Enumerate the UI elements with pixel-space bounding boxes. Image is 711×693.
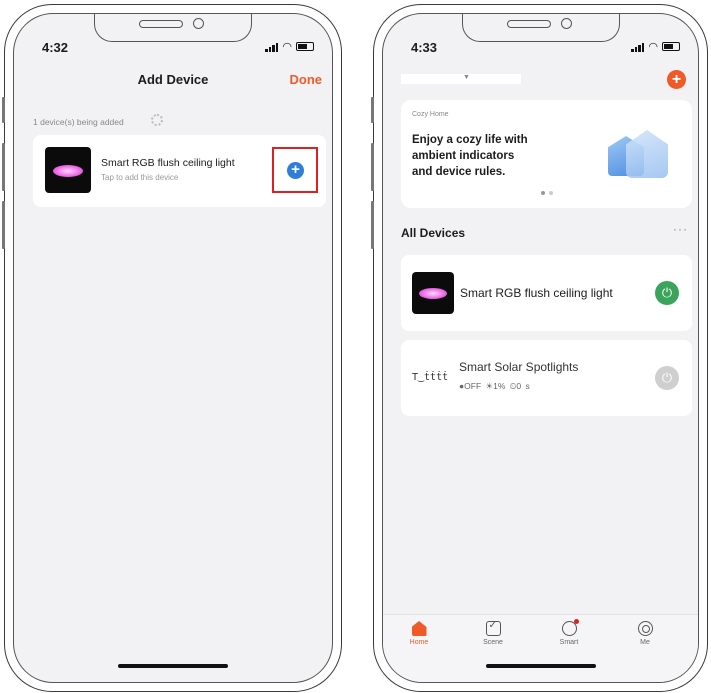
- promo-banner[interactable]: Cozy Home Enjoy a cozy life with ambient…: [401, 100, 692, 208]
- battery-icon: [296, 42, 314, 51]
- side-button: [2, 143, 5, 191]
- ceiling-light-icon: [45, 147, 91, 193]
- side-button: [2, 201, 5, 249]
- tab-bar: Home Scene Smart Me: [383, 614, 698, 682]
- chevron-down-icon[interactable]: ▼: [463, 74, 470, 81]
- wifi-icon: ◠: [282, 41, 292, 53]
- side-button: [371, 201, 374, 249]
- power-button[interactable]: ⏻: [655, 366, 679, 390]
- device-card[interactable]: Smart RGB flush ceiling light ⏻: [401, 255, 692, 331]
- done-button[interactable]: Done: [290, 72, 323, 87]
- tab-me[interactable]: Me: [615, 621, 675, 646]
- ceiling-light-icon: [412, 272, 454, 314]
- status-time: 4:32: [42, 40, 69, 55]
- tab-label: Me: [640, 639, 650, 646]
- screen-add-device: 4:32 ◠ Add Device Done 1 device(s) being…: [13, 13, 333, 683]
- device-card[interactable]: T‿ṫṫṫṫ Smart Solar Spotlights ●OFF ☀1% ⏲…: [401, 340, 692, 416]
- side-button: [371, 97, 374, 123]
- device-subtitle: Tap to add this device: [101, 173, 179, 182]
- spotlight-icon: T‿ṫṫṫṫ: [412, 372, 449, 383]
- banner-kicker: Cozy Home: [412, 111, 449, 118]
- house-illustration-icon: [608, 126, 668, 180]
- status-time: 4:33: [411, 40, 438, 55]
- banner-line: ambient indicators: [412, 150, 515, 162]
- home-indicator[interactable]: [118, 664, 228, 668]
- battery-icon: [662, 42, 680, 51]
- home-icon: [411, 621, 427, 636]
- adding-status: 1 device(s) being added: [33, 117, 124, 127]
- phone-frame-right: 4:33 ◠ ▼ + Cozy Home Enjoy a cozy life w…: [371, 4, 708, 692]
- tab-scene[interactable]: Scene: [463, 620, 523, 646]
- banner-text: Enjoy a cozy life with ambient indicator…: [412, 132, 528, 180]
- device-name: Smart RGB flush ceiling light: [101, 157, 235, 169]
- smart-icon: [561, 619, 579, 636]
- wifi-icon: ◠: [648, 41, 658, 53]
- tab-label: Scene: [483, 639, 503, 646]
- page-title: Add Device: [137, 72, 209, 87]
- signal-icon: [265, 42, 279, 52]
- loading-spinner-icon: [151, 114, 163, 126]
- notch: [461, 14, 620, 42]
- tab-label: Home: [409, 639, 429, 646]
- speaker: [506, 20, 551, 28]
- device-stats: ●OFF ☀1% ⏲0 s: [459, 381, 530, 391]
- power-button[interactable]: ⏻: [655, 281, 679, 305]
- status-icons: ◠: [265, 40, 314, 53]
- banner-line: and device rules.: [412, 166, 506, 178]
- scene-icon: [485, 620, 501, 636]
- side-button: [371, 143, 374, 191]
- camera: [193, 18, 204, 29]
- speaker: [139, 20, 183, 28]
- phone-frame-left: 4:32 ◠ Add Device Done 1 device(s) being…: [2, 4, 342, 692]
- discovered-device-card[interactable]: Smart RGB flush ceiling light Tap to add…: [33, 135, 326, 207]
- carousel-dots: [401, 182, 692, 200]
- add-device-button[interactable]: +: [287, 162, 304, 179]
- tab-label: Smart: [559, 639, 579, 646]
- home-indicator[interactable]: [485, 664, 596, 668]
- device-name: Smart Solar Spotlights: [459, 360, 579, 374]
- home-selector[interactable]: [401, 74, 521, 84]
- section-title: All Devices: [401, 226, 466, 240]
- more-options-icon[interactable]: ···: [673, 222, 688, 236]
- tab-home[interactable]: Home: [389, 621, 449, 646]
- status-icons: ◠: [631, 40, 680, 53]
- screen-home: 4:33 ◠ ▼ + Cozy Home Enjoy a cozy life w…: [382, 13, 699, 683]
- add-device-button[interactable]: +: [667, 70, 686, 89]
- banner-line: Enjoy a cozy life with: [412, 134, 528, 146]
- notch: [94, 14, 252, 42]
- device-name: Smart RGB flush ceiling light: [460, 286, 613, 300]
- side-button: [2, 97, 5, 123]
- highlight-box: +: [272, 147, 318, 193]
- signal-icon: [631, 42, 645, 52]
- me-icon: [637, 621, 653, 636]
- camera: [560, 18, 572, 29]
- tab-smart[interactable]: Smart: [539, 619, 599, 646]
